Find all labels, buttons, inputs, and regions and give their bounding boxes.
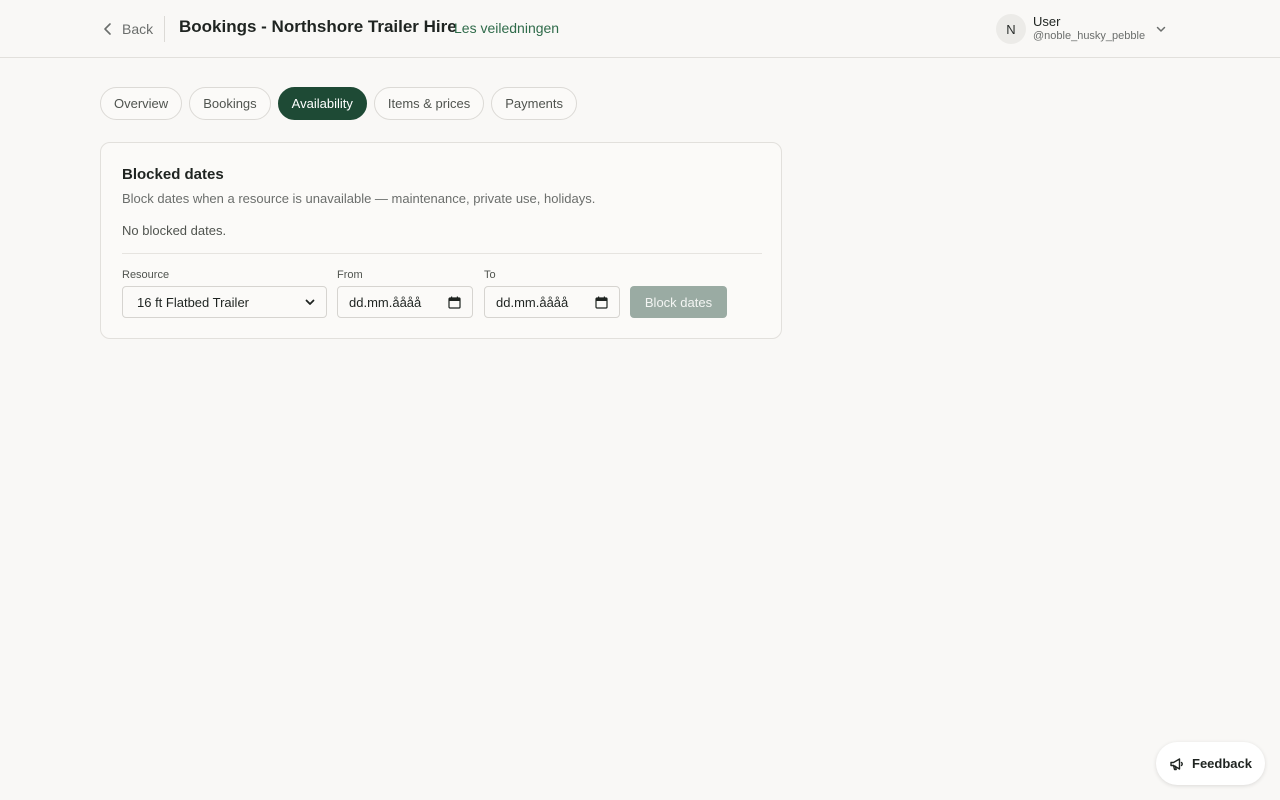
card-title: Blocked dates [122, 166, 224, 183]
chevron-down-icon[interactable] [1154, 22, 1168, 36]
user-menu[interactable]: N User @noble_husky_pebble [996, 12, 1168, 46]
user-handle: @noble_husky_pebble [1033, 30, 1146, 43]
avatar: N [996, 14, 1026, 44]
header-divider [164, 16, 165, 42]
card-description: Block dates when a resource is unavailab… [122, 191, 596, 206]
empty-state-text: No blocked dates. [122, 223, 227, 238]
from-date-input[interactable]: dd.mm.åååå [337, 286, 473, 318]
back-label: Back [122, 21, 154, 37]
from-label: From [337, 269, 363, 281]
megaphone-icon [1170, 757, 1183, 770]
chevron-down-icon [305, 299, 315, 305]
back-button[interactable]: Back [100, 18, 153, 40]
tab-overview[interactable]: Overview [100, 87, 183, 120]
from-date-placeholder: dd.mm.åååå [349, 294, 422, 310]
top-header: Back Bookings - Northshore Trailer Hire … [0, 0, 1280, 58]
blocked-dates-card: Blocked dates Block dates when a resourc… [100, 142, 782, 339]
tab-items-prices[interactable]: Items & prices [373, 87, 485, 120]
tab-bookings[interactable]: Bookings [189, 87, 271, 120]
feedback-label: Feedback [1192, 756, 1252, 771]
user-name: User [1033, 14, 1061, 30]
resource-select[interactable]: 16 ft Flatbed Trailer [122, 286, 327, 318]
guides-link[interactable]: Les veiledningen [454, 20, 559, 36]
tab-availability[interactable]: Availability [277, 87, 367, 120]
to-label: To [484, 269, 496, 281]
resource-label: Resource [122, 269, 170, 281]
tab-payments[interactable]: Payments [491, 87, 578, 120]
chevron-left-icon [104, 23, 111, 35]
block-dates-button[interactable]: Block dates [630, 286, 727, 318]
tab-bar: Overview Bookings Availability Items & p… [100, 87, 578, 120]
calendar-icon[interactable] [595, 296, 608, 309]
to-date-placeholder: dd.mm.åååå [496, 294, 569, 310]
user-info: User @noble_husky_pebble [1033, 14, 1146, 43]
divider [122, 253, 762, 254]
resource-select-value: 16 ft Flatbed Trailer [137, 294, 249, 310]
feedback-button[interactable]: Feedback [1156, 742, 1265, 785]
calendar-icon[interactable] [448, 296, 461, 309]
page-title: Bookings - Northshore Trailer Hire [179, 17, 457, 36]
to-date-input[interactable]: dd.mm.åååå [484, 286, 620, 318]
